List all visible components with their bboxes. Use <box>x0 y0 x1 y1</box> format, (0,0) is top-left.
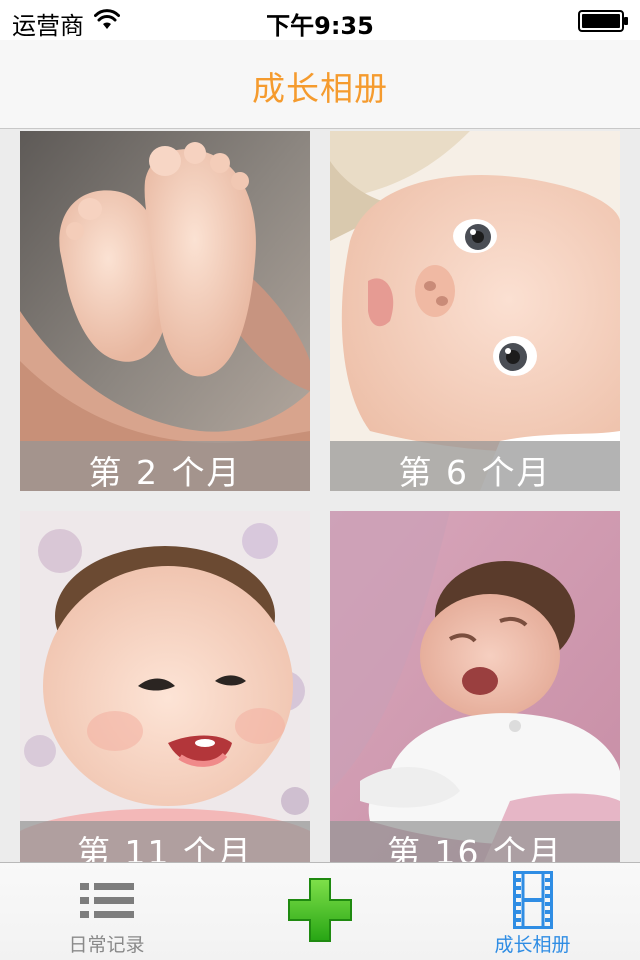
album-grid: 第 2 个月 第 6 个月 第 11 个月 第 16 个月 <box>0 129 640 862</box>
album-card-month-16[interactable]: 第 16 个月 <box>330 511 620 862</box>
app-screen: 运营商 下午9:35 成长相册 第 2 个月 第 6 个月 第 11 个月 第 … <box>0 0 640 960</box>
album-caption: 第 11 个月 <box>77 833 253 862</box>
album-card-month-2[interactable]: 第 2 个月 <box>20 131 310 491</box>
album-caption-bar: 第 16 个月 <box>330 821 620 862</box>
album-caption: 第 2 个月 <box>88 453 242 491</box>
tab-daily-records[interactable]: 日常记录 <box>0 863 213 960</box>
album-caption: 第 16 个月 <box>387 833 563 862</box>
add-record-button[interactable] <box>213 863 426 960</box>
album-caption-bar: 第 11 个月 <box>20 821 310 862</box>
tab-bar: 日常记录 成长相册 <box>0 862 640 960</box>
smiling-baby-photo <box>20 511 310 862</box>
album-card-month-6[interactable]: 第 6 个月 <box>330 131 620 491</box>
baby-face-photo <box>330 131 620 491</box>
battery-icon <box>578 10 628 32</box>
navigation-bar: 成长相册 <box>0 40 640 129</box>
album-caption-bar: 第 6 个月 <box>330 441 620 491</box>
tab-growth-album[interactable]: 成长相册 <box>426 863 639 960</box>
yawning-baby-photo <box>330 511 620 862</box>
status-time: 下午9:35 <box>266 12 374 40</box>
tab-label: 日常记录 <box>68 934 145 956</box>
album-caption: 第 6 个月 <box>398 453 552 491</box>
tab-label: 成长相册 <box>494 934 571 956</box>
status-bar: 运营商 下午9:35 <box>0 0 640 40</box>
add-icon <box>287 878 352 942</box>
page-title: 成长相册 <box>252 69 388 108</box>
baby-feet-photo <box>20 131 310 491</box>
film-icon <box>512 871 553 929</box>
album-caption-bar: 第 2 个月 <box>20 441 310 491</box>
album-card-month-11[interactable]: 第 11 个月 <box>20 511 310 862</box>
list-icon <box>79 883 134 918</box>
